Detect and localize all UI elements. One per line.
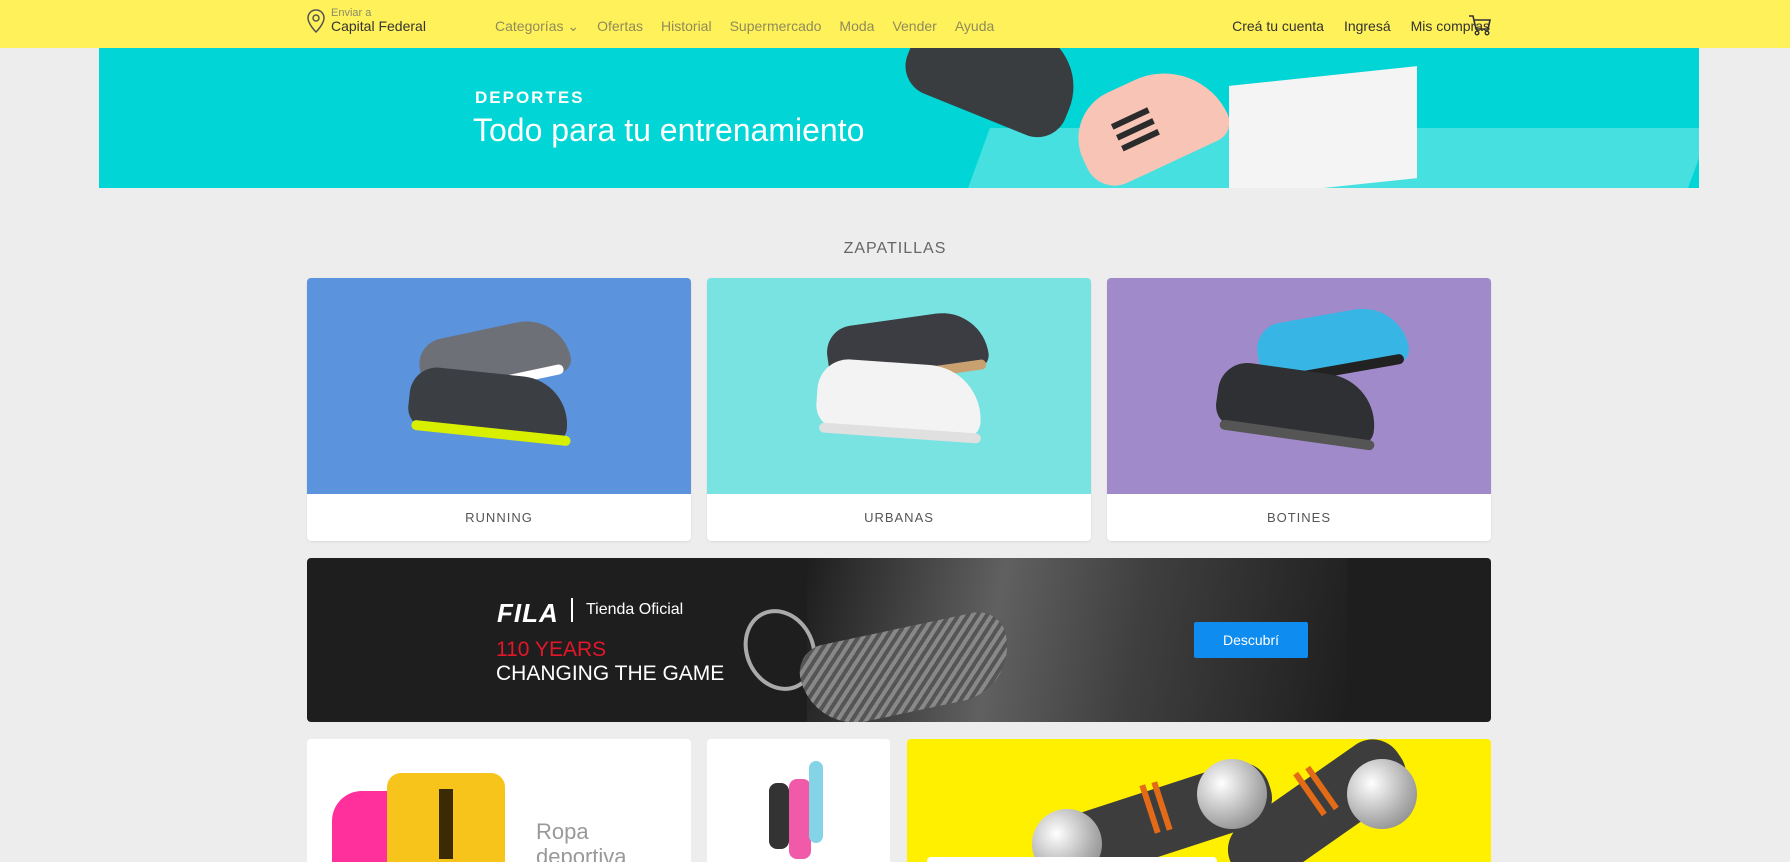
nav-moda[interactable]: Moda [839,18,874,35]
chevron-down-icon: ⌄ [567,18,580,34]
botines-card-image [1107,278,1491,494]
discover-button[interactable]: Descubrí [1194,622,1308,658]
location-city: Capital Federal [331,18,426,35]
tshirt-print [439,789,453,859]
section-title: ZAPATILLAS [843,240,947,257]
nav-historial[interactable]: Historial [661,18,712,35]
login-link[interactable]: Ingresá [1344,18,1391,34]
card-label-botines: BOTINES [1266,510,1332,525]
main-nav: Categorías ⌄ Ofertas Historial Supermerc… [495,18,994,35]
create-account-link[interactable]: Creá tu cuenta [1232,18,1324,34]
nav-ayuda[interactable]: Ayuda [955,18,994,35]
nav-categorias[interactable]: Categorías ⌄ [495,18,579,35]
header: Enviar a Capital Federal Categorías ⌄ Of… [0,0,1790,48]
fila-banner[interactable]: FILA Tienda Oficial 110 YEARS CHANGING T… [307,558,1491,722]
dumbbell-weight-mid [1197,759,1267,829]
fila-store-label: Tienda Oficial [586,601,684,618]
hero-banner[interactable]: DEPORTES Todo para tu entrenamiento [99,48,1699,188]
urbanas-card-image [707,278,1091,494]
fila-separator [571,598,573,622]
card-label-urbanas: URBANAS [864,510,934,525]
nav-vender[interactable]: Vender [892,18,936,35]
hero-box-image [1229,66,1417,188]
black-bottle-image [769,783,789,849]
location-pin-icon [307,8,325,33]
nav-categorias-label: Categorías [495,18,564,34]
account-nav: Creá tu cuenta Ingresá Mis compras [1232,18,1490,34]
bottles-card[interactable] [707,739,890,862]
dumbbells-banner[interactable] [907,739,1491,862]
fila-years: 110 YEARS [496,638,607,661]
blue-bottle-image [809,761,823,843]
location-selector[interactable]: Enviar a Capital Federal [306,7,426,34]
cart-icon[interactable] [1468,14,1492,36]
ropa-deportiva-card[interactable]: Ropa deportiva [307,739,691,862]
card-label-running: RUNNING [465,510,533,525]
dumbbell-caption-box [927,857,1217,862]
dumbbell-weight-right [1347,759,1417,829]
nav-supermercado[interactable]: Supermercado [730,18,822,35]
hero-title: Todo para tu entrenamiento [473,112,865,148]
fila-logo: FILA [497,598,559,628]
category-card-botines[interactable]: BOTINES [1107,278,1491,541]
nav-ofertas[interactable]: Ofertas [597,18,643,35]
pink-bottle-image [789,779,811,859]
ropa-deportiva-label: Ropa deportiva [536,819,627,862]
category-card-urbanas[interactable]: URBANAS [707,278,1091,541]
running-card-image [307,278,691,494]
hero-category: DEPORTES [475,88,585,107]
fila-tagline: CHANGING THE GAME [496,662,725,685]
category-card-running[interactable]: RUNNING [307,278,691,541]
